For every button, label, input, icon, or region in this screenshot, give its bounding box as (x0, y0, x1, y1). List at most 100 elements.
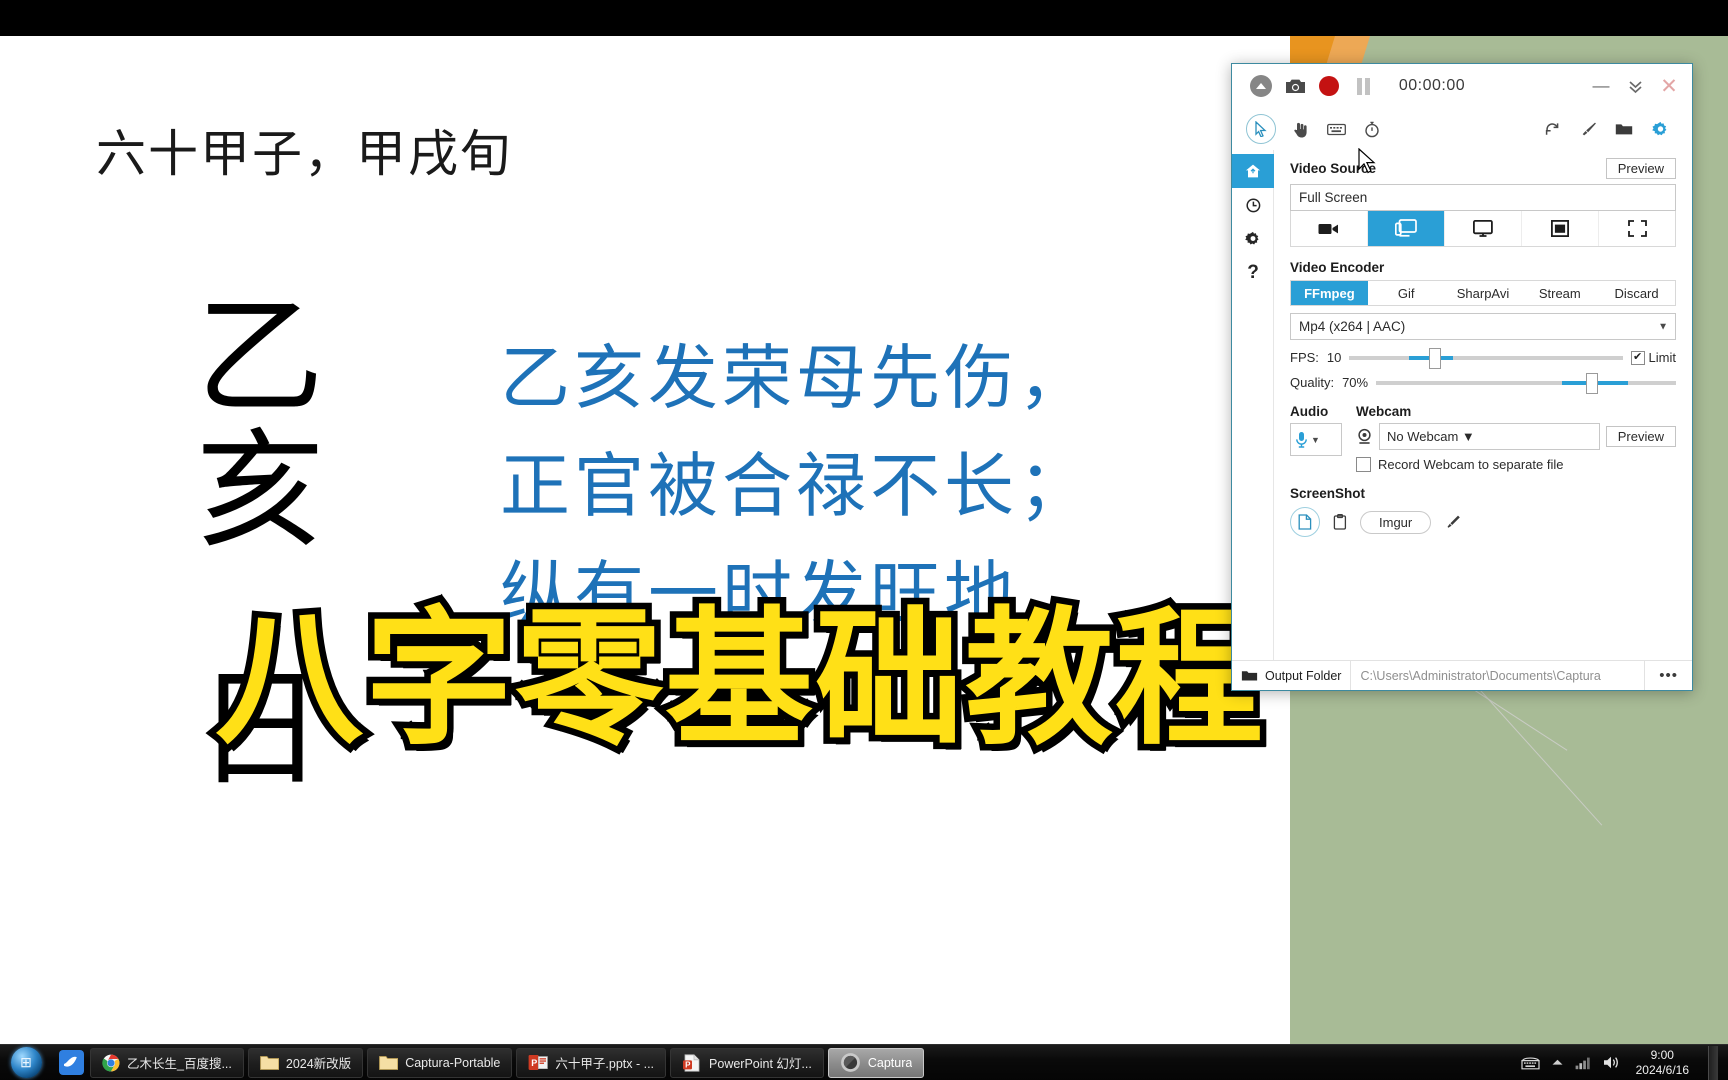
chevron-double-down-icon[interactable] (1618, 71, 1652, 101)
pencil-icon[interactable] (1444, 514, 1461, 530)
show-hidden-icons-button[interactable] (1551, 1058, 1564, 1067)
captura-sidebar: ? (1232, 150, 1274, 660)
clipboard-icon[interactable] (1333, 514, 1347, 530)
screenshot-header: ScreenShot (1290, 486, 1676, 501)
upload-circle-icon[interactable] (1244, 69, 1278, 103)
sidebar-item-history[interactable] (1232, 188, 1274, 222)
output-folder-button[interactable]: Output Folder (1232, 669, 1350, 683)
pause-icon[interactable] (1346, 69, 1380, 103)
webcam-icon (1358, 428, 1371, 444)
taskbar-item-label: 2024新改版 (285, 1057, 352, 1071)
taskbar-item-label: Captura (867, 1055, 913, 1070)
video-format-select[interactable]: Mp4 (x264 | AAC) ▼ (1290, 313, 1676, 340)
ime-keyboard-icon[interactable] (1521, 1056, 1540, 1070)
volume-icon[interactable] (1603, 1055, 1621, 1070)
chevron-down-icon[interactable]: ▼ (1311, 435, 1320, 445)
keyboard-icon[interactable] (1318, 114, 1354, 144)
hand-click-icon[interactable] (1282, 114, 1318, 144)
taskbar-item-captura[interactable]: Captura (827, 1047, 925, 1078)
webcam-title: Webcam (1356, 404, 1412, 419)
taskbar-clock[interactable]: 9:00 2024/6/16 (1632, 1048, 1697, 1078)
brush-icon[interactable] (1570, 114, 1606, 144)
video-source-value[interactable]: Full Screen (1290, 184, 1676, 211)
powerpoint-slide: 六十甲子，甲戌旬 乙 亥 日 乙亥发荣母先伤， 正官被合禄不长； 纵有一时发旺地… (0, 36, 1290, 1044)
folder-icon (260, 1055, 279, 1070)
audio-webcam-row: Audio ▼ Webcam No Webcam ▼ Preview Recor… (1290, 404, 1676, 472)
gear-icon[interactable] (1642, 114, 1678, 144)
tab-stream[interactable]: Stream (1521, 281, 1598, 305)
tab-gif[interactable]: Gif (1368, 281, 1445, 305)
sidebar-item-home[interactable] (1232, 154, 1274, 188)
video-encoder-tabs: FFmpeg Gif SharpAvi Stream Discard (1290, 280, 1676, 306)
svg-text:P: P (532, 1058, 538, 1068)
taskbar-item-label: PowerPoint 幻灯... (709, 1057, 812, 1071)
show-desktop-button[interactable] (1708, 1045, 1718, 1080)
region-icon[interactable] (1599, 211, 1675, 246)
audio-source-button[interactable]: ▼ (1290, 423, 1342, 456)
quality-value: 70% (1342, 375, 1369, 390)
close-icon[interactable]: ✕ (1652, 71, 1686, 101)
taskbar-item-chrome[interactable]: 乙木长生_百度搜... (90, 1047, 244, 1078)
powerpoint-doc-icon: P (683, 1053, 700, 1072)
video-source-header: Video Source Preview (1290, 158, 1676, 179)
quicklaunch-bird-app[interactable] (52, 1045, 90, 1080)
taskbar-item-powerpoint-file[interactable]: P 六十甲子.pptx - ... (516, 1047, 667, 1078)
slide-title: 六十甲子，甲戌旬 (96, 126, 512, 182)
file-icon[interactable] (1290, 507, 1320, 537)
folder-icon[interactable] (1606, 114, 1642, 144)
fps-limit-label: Limit (1648, 350, 1676, 365)
audio-title: Audio (1290, 404, 1329, 419)
poem-line: 乙亥发荣母先伤， (500, 341, 1092, 418)
captura-statusbar: Output Folder C:\Users\Administrator\Doc… (1232, 660, 1692, 690)
camera-icon[interactable] (1278, 69, 1312, 103)
record-icon[interactable] (1312, 69, 1346, 103)
screen-icon[interactable] (1368, 211, 1445, 246)
chrome-icon (102, 1054, 120, 1071)
sidebar-item-settings[interactable] (1232, 222, 1274, 256)
video-camera-icon[interactable] (1291, 211, 1368, 246)
captura-window[interactable]: 00:00:00 — ✕ ? Video Source Preview Full… (1231, 63, 1693, 691)
stopwatch-icon[interactable] (1354, 114, 1390, 144)
captura-icon (840, 1053, 860, 1072)
more-options-button[interactable]: ••• (1645, 667, 1692, 684)
start-button[interactable]: ⊞ (0, 1045, 52, 1080)
network-icon[interactable] (1575, 1056, 1592, 1070)
webcam-select[interactable]: No Webcam ▼ (1379, 423, 1600, 450)
output-folder-path[interactable]: C:\Users\Administrator\Documents\Captura (1350, 661, 1646, 690)
windows-start-icon: ⊞ (10, 1047, 42, 1078)
captura-toolbar (1232, 108, 1692, 150)
quality-slider[interactable] (1376, 372, 1676, 394)
refresh-icon[interactable] (1534, 114, 1570, 144)
webcam-value: No Webcam (1387, 429, 1459, 444)
webcam-preview-button[interactable]: Preview (1605, 426, 1676, 447)
taskbar-item-folder-2024[interactable]: 2024新改版 (247, 1047, 364, 1078)
captura-body: ? Video Source Preview Full Screen Video… (1232, 150, 1692, 660)
fps-slider[interactable] (1349, 347, 1623, 369)
webcam-separate-file-label: Record Webcam to separate file (1378, 457, 1564, 472)
tab-ffmpeg[interactable]: FFmpeg (1291, 281, 1368, 305)
taskbar-item-powerpoint-show[interactable]: P PowerPoint 幻灯... (670, 1047, 824, 1078)
fps-limit-checkbox[interactable]: ✔ Limit (1630, 350, 1676, 365)
captura-main-panel: Video Source Preview Full Screen Video E… (1274, 150, 1692, 660)
folder-icon (379, 1055, 399, 1070)
monitor-icon[interactable] (1445, 211, 1522, 246)
sidebar-item-help[interactable]: ? (1232, 256, 1274, 290)
window-icon[interactable] (1522, 211, 1599, 246)
screenshot-actions: Imgur (1290, 507, 1676, 537)
webcam-section: Webcam No Webcam ▼ Preview Record Webcam (1356, 404, 1676, 472)
imgur-button[interactable]: Imgur (1360, 510, 1432, 534)
powerpoint-icon: P (528, 1055, 549, 1070)
tab-sharpavi[interactable]: SharpAvi (1445, 281, 1522, 305)
checkbox-checked-icon: ✔ (1630, 350, 1645, 365)
minimize-icon[interactable]: — (1584, 71, 1618, 101)
chevron-down-icon: ▼ (1658, 321, 1668, 332)
taskbar-item-label: 乙木长生_百度搜... (127, 1057, 232, 1071)
taskbar-item-folder-captura[interactable]: Captura-Portable (367, 1047, 513, 1078)
tab-discard[interactable]: Discard (1598, 281, 1675, 305)
video-preview-button[interactable]: Preview (1605, 158, 1676, 179)
fps-row: FPS: 10 ✔ Limit (1290, 347, 1676, 369)
system-tray: 9:00 2024/6/16 (1521, 1045, 1728, 1080)
webcam-separate-file-checkbox[interactable]: Record Webcam to separate file (1356, 457, 1676, 472)
screenshot-title: ScreenShot (1290, 486, 1366, 501)
cursor-icon[interactable] (1246, 114, 1276, 144)
